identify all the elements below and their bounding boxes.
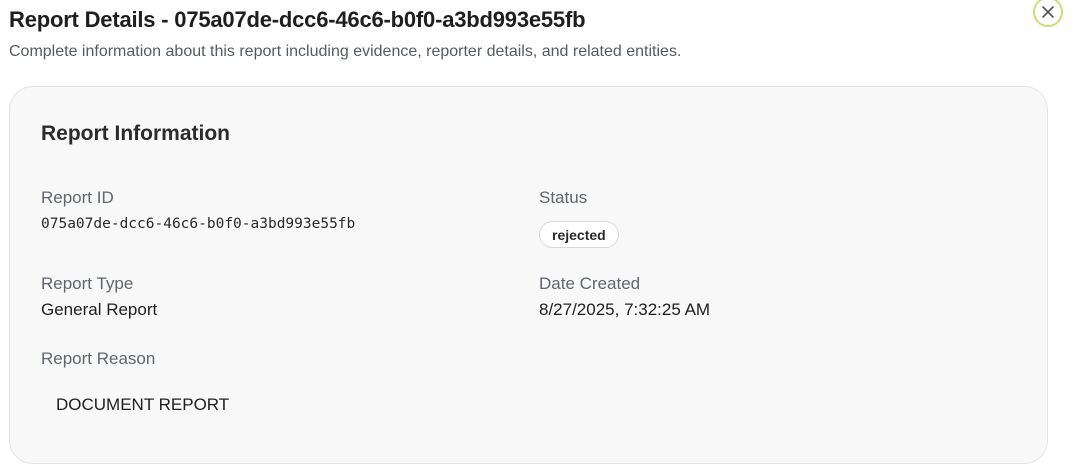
report-details-dialog: Report Details - 075a07de-dcc6-46c6-b0f0… <box>0 0 1075 476</box>
report-information-card: Report Information Report ID 075a07de-dc… <box>9 86 1048 464</box>
close-icon <box>1041 5 1055 19</box>
report-type-value: General Report <box>41 300 158 319</box>
report-reason-label: Report Reason <box>41 349 156 368</box>
status-label: Status <box>539 188 588 207</box>
status-badge: rejected <box>539 221 619 248</box>
close-button[interactable] <box>1033 0 1063 27</box>
report-reason-value: DOCUMENT REPORT <box>56 395 230 414</box>
report-id-label: Report ID <box>41 188 114 207</box>
report-id-value: 075a07de-dcc6-46c6-b0f0-a3bd993e55fb <box>41 216 356 232</box>
dialog-subtitle: Complete information about this report i… <box>9 43 682 60</box>
dialog-title: Report Details - 075a07de-dcc6-46c6-b0f0… <box>9 7 586 32</box>
date-created-label: Date Created <box>539 274 641 293</box>
date-created-value: 8/27/2025, 7:32:25 AM <box>539 300 711 319</box>
report-type-label: Report Type <box>41 274 134 293</box>
report-information-heading: Report Information <box>41 122 230 145</box>
